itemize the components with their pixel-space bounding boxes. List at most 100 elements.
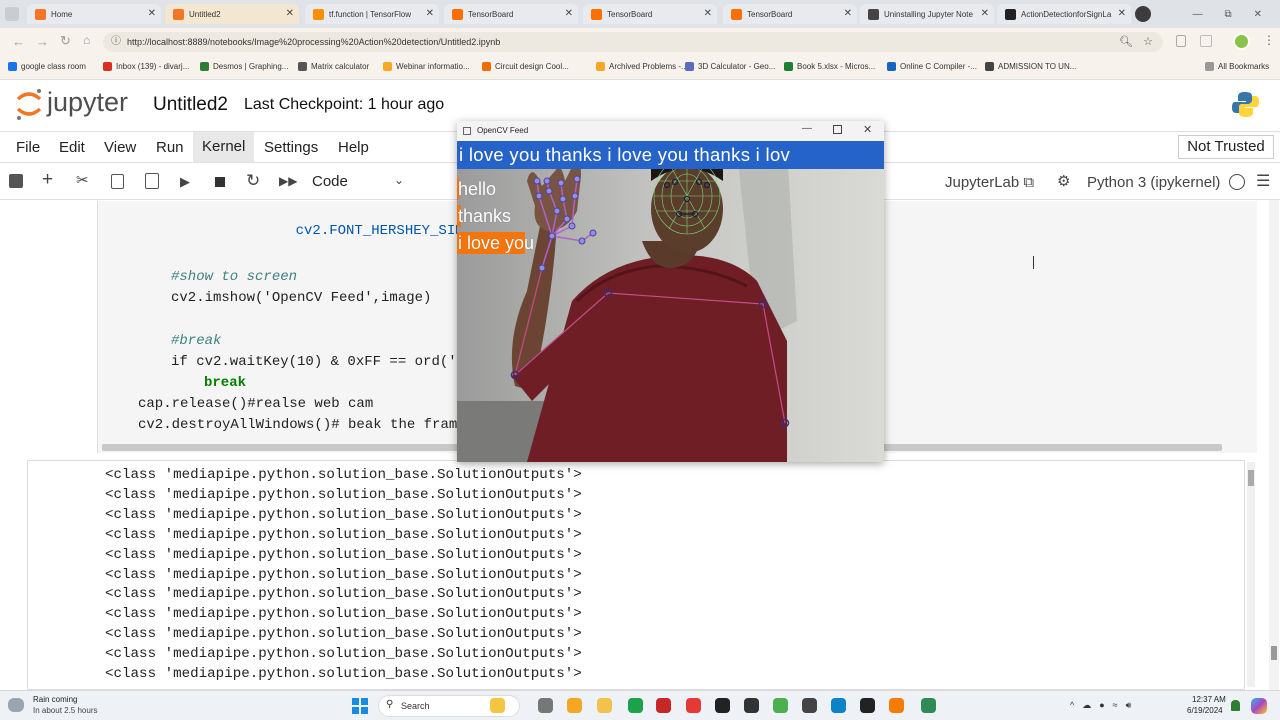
menu-kernel[interactable]: Kernel [193, 132, 255, 162]
cut-icon[interactable]: ✂ [76, 171, 89, 189]
bookmark-item[interactable]: Matrix calculator [298, 62, 369, 71]
vlc-icon[interactable] [889, 698, 904, 713]
profile-avatar[interactable] [1233, 33, 1250, 50]
tab-search-icon[interactable] [5, 7, 19, 21]
restore-icon[interactable]: ⧉ [1224, 9, 1231, 20]
jupyter-logo-icon[interactable] [14, 87, 44, 121]
xbox-icon[interactable] [715, 698, 730, 713]
obs-icon[interactable] [744, 698, 759, 713]
menu-settings[interactable]: Settings [264, 139, 318, 156]
stop-icon[interactable] [215, 177, 225, 187]
anaconda-icon[interactable] [921, 698, 936, 713]
menu-edit[interactable]: Edit [59, 139, 85, 156]
weather-title[interactable]: Rain coming [33, 695, 77, 704]
add-cell-icon[interactable]: + [42, 169, 53, 191]
bookmark-item[interactable]: google class room [8, 62, 86, 71]
browser-tab[interactable]: Home ✕ [27, 4, 161, 24]
opencv-window[interactable]: OpenCV Feed — ✕ i love you thanks i love… [457, 121, 884, 462]
sidebar-icon[interactable] [1200, 35, 1212, 47]
browser-tab[interactable]: TensorBoard ✕ [444, 4, 578, 24]
browser-tab[interactable]: TensorBoard ✕ [583, 4, 717, 24]
system-tray-icons[interactable]: ^☁●≈🔊︎ [1070, 700, 1139, 711]
url-field[interactable]: ⓘ http://localhost:8889/notebooks/Image%… [103, 32, 1163, 52]
minimize-icon[interactable]: — [1192, 9, 1202, 20]
github-icon[interactable] [860, 698, 875, 713]
teams-icon[interactable] [628, 698, 643, 713]
home-icon[interactable]: ⌂ [83, 33, 90, 47]
menu-view[interactable]: View [104, 139, 136, 156]
site-info-icon[interactable]: ⓘ [111, 32, 121, 52]
browser-tab[interactable]: Untitled2 ✕ [165, 4, 299, 24]
kernel-name[interactable]: Python 3 (ipykernel) [1087, 174, 1220, 191]
clock-time[interactable]: 12:37 AM [1192, 695, 1226, 704]
bookmark-item[interactable]: Circuit design Cool... [482, 62, 569, 71]
tab-close-icon[interactable]: ✕ [148, 8, 156, 19]
notification-icon[interactable] [1231, 700, 1240, 711]
extensions-icon[interactable] [1176, 35, 1186, 47]
tab-close-icon[interactable]: ✕ [286, 8, 294, 19]
close-window-icon[interactable]: ✕ [1254, 9, 1262, 20]
jupyterlab-link[interactable]: JupyterLab ⧉ [945, 174, 1034, 191]
bookmark-star-icon[interactable]: ☆ [1143, 32, 1153, 52]
new-tab-button[interactable]: + [1135, 6, 1151, 22]
bookmark-item[interactable]: Online C Compiler -... [887, 62, 977, 71]
bookmark-item[interactable]: Desmos | Graphing... [200, 62, 288, 71]
code-line: cv2.destroyAllWindows()# beak the frame [138, 417, 466, 433]
menu-help[interactable]: Help [338, 139, 369, 156]
cmd-icon[interactable] [802, 698, 817, 713]
opencv-maximize-icon[interactable] [833, 125, 842, 134]
copy-icon[interactable] [111, 174, 124, 189]
menu-run[interactable]: Run [156, 139, 184, 156]
browser-tab[interactable]: TensorBoard ✕ [723, 4, 857, 24]
tab-close-icon[interactable]: ✕ [981, 8, 989, 19]
output-scrollbar[interactable] [1247, 462, 1255, 687]
bookmark-item[interactable]: Inbox (139) - divarj... [103, 62, 189, 71]
tab-close-icon[interactable]: ✕ [844, 8, 852, 19]
windows-start-icon[interactable] [352, 698, 368, 714]
run-icon[interactable]: ▶ [180, 174, 190, 190]
browser-tab[interactable]: ActionDetectionforSignLa ✕ [997, 4, 1131, 24]
bookmark-item[interactable]: Book 5.xlsx - Micros... [784, 62, 875, 71]
restart-run-all-icon[interactable]: ▶▶ [279, 174, 297, 188]
zoom-icon[interactable]: 🔍︎ [1119, 32, 1133, 52]
kernel-status-icon [1229, 174, 1245, 190]
tab-close-icon[interactable]: ✕ [1118, 8, 1126, 19]
paste-icon[interactable] [145, 173, 159, 189]
back-icon[interactable]: ← [12, 34, 25, 49]
weather-icon[interactable] [8, 698, 24, 712]
tab-close-icon[interactable]: ✕ [704, 8, 712, 19]
bookmark-item[interactable]: Webinar informatio... [383, 62, 470, 71]
menu-file[interactable]: File [16, 139, 40, 156]
browser-tab[interactable]: tf.function | TensorFlow ✕ [305, 4, 439, 24]
file-explorer-icon[interactable] [490, 698, 505, 713]
save-icon[interactable] [9, 174, 23, 188]
toolbar-menu-icon[interactable]: ☰ [1256, 171, 1270, 191]
tab-close-icon[interactable]: ✕ [565, 8, 573, 19]
cell-type-select[interactable]: Code ⌄ [312, 173, 408, 193]
browser-tab[interactable]: Uninstalling Jupyter Note ✕ [860, 4, 994, 24]
trust-button[interactable]: Not Trusted [1178, 135, 1274, 159]
reload-icon[interactable]: ↻ [60, 33, 71, 49]
debugger-bug-icon[interactable]: ⚙ [1057, 172, 1070, 190]
bookmark-item[interactable]: Archived Problems -... [596, 62, 688, 71]
store-icon[interactable] [567, 698, 582, 713]
recorder-icon[interactable] [686, 698, 701, 713]
restart-icon[interactable]: ↻ [246, 171, 260, 191]
task-view-icon[interactable] [538, 698, 553, 713]
chrome-icon[interactable] [773, 698, 788, 713]
browser-menu-icon[interactable]: ⋮ [1263, 33, 1275, 47]
terminal-app-icon[interactable] [656, 698, 671, 713]
edge-icon[interactable] [831, 698, 846, 713]
bookmark-item[interactable]: ADMISSION TO UN... [985, 62, 1076, 71]
all-bookmarks[interactable]: All Bookmarks [1205, 62, 1269, 71]
bookmark-item[interactable]: 3D Calculator - Geo... [685, 62, 775, 71]
tab-close-icon[interactable]: ✕ [426, 8, 434, 19]
notebook-name[interactable]: Untitled2 [153, 94, 228, 116]
file-manager-icon[interactable] [597, 698, 612, 713]
opencv-minimize-icon[interactable]: — [802, 123, 812, 134]
opencv-close-icon[interactable]: ✕ [863, 123, 872, 136]
jupyter-logo-text[interactable]: jupyter [47, 87, 128, 118]
copilot-icon[interactable] [1251, 698, 1267, 714]
page-scrollbar[interactable] [1269, 200, 1279, 690]
forward-icon[interactable]: → [36, 34, 49, 49]
